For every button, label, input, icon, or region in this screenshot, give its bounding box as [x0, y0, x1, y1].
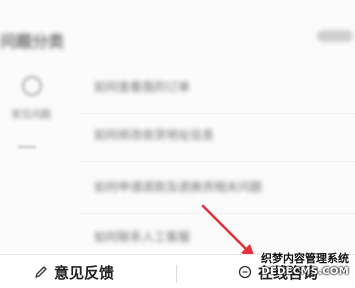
feedback-label: 意见反馈 — [54, 263, 115, 282]
circle-icon[interactable] — [22, 76, 42, 96]
pencil-icon — [34, 265, 48, 279]
page-title: 问题分类 — [0, 32, 65, 51]
watermark-title: 织梦内容管理系统 — [261, 252, 349, 265]
watermark-domain: DEDECMS.COM — [261, 266, 349, 277]
divider — [176, 265, 177, 283]
watermark: 织梦内容管理系统 DEDECMS.COM — [237, 250, 349, 286]
list-item[interactable]: 如何修改收货地址信息 — [80, 110, 355, 162]
faq-question: 如何修改收货地址信息 — [94, 128, 215, 142]
faq-question: 如何查看我的订单 — [94, 80, 191, 94]
header: 问题分类 — [0, 0, 355, 70]
sidebar-item-common-questions[interactable]: 常见问题 — [0, 106, 62, 121]
feedback-button[interactable]: 意见反馈 — [34, 255, 114, 288]
help-screen: 问题分类 常见问题 如何查看我的订单 如何修改收货地址信息 如何申请退款及退换货… — [0, 0, 355, 288]
faq-question: 如何申请退款及退换货相关问题 — [94, 180, 263, 194]
dash-icon — [18, 146, 36, 148]
more-icon[interactable] — [317, 30, 353, 42]
category-sidebar: 常见问题 — [0, 70, 70, 250]
faq-question: 如何联系人工客服 — [94, 230, 191, 244]
list-item[interactable]: 如何查看我的订单 — [80, 62, 355, 114]
